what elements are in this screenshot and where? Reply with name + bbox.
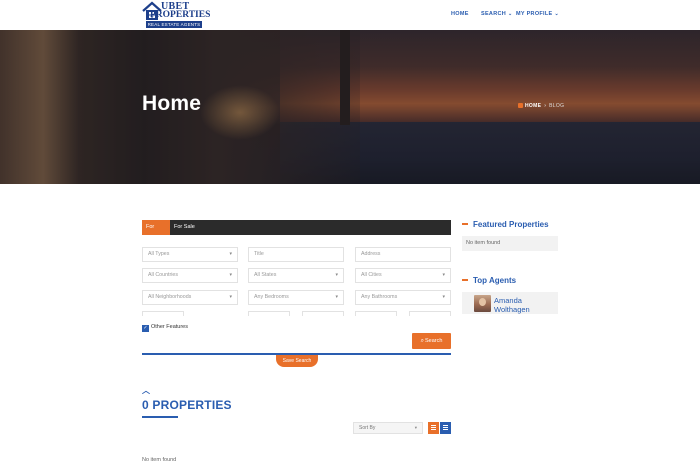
countries-select-value: All Countries xyxy=(148,272,179,278)
caret-down-icon: ▾ xyxy=(442,294,445,300)
sort-by-select[interactable]: Sort By ▾ xyxy=(353,422,423,434)
tab-for-sale[interactable]: For Sale xyxy=(170,220,199,235)
range-field-max-3[interactable] xyxy=(409,311,451,316)
site-logo[interactable]: UBET PROPERTIES REAL ESTATE AGENTS xyxy=(142,1,210,29)
cities-select-value: All Cities xyxy=(361,272,382,278)
site-header: UBET PROPERTIES REAL ESTATE AGENTS HOME … xyxy=(0,0,700,30)
top-agents-heading: Top Agents xyxy=(462,276,516,285)
list-view-button[interactable] xyxy=(440,422,451,434)
hero-overlay xyxy=(0,30,700,184)
home-icon xyxy=(518,103,523,108)
caret-down-icon: ▾ xyxy=(335,272,338,278)
hero-banner: Home HOME › BLOG xyxy=(0,30,700,184)
states-select-value: All States xyxy=(254,272,277,278)
range-field-max-2[interactable] xyxy=(302,311,344,316)
nav-my-profile[interactable]: MY PROFILE ⌄ xyxy=(516,11,559,17)
caret-down-icon: ▾ xyxy=(229,272,232,278)
featured-properties-heading: Featured Properties xyxy=(462,220,549,229)
save-search-button[interactable]: Save Search xyxy=(276,355,318,367)
neighborhoods-select[interactable]: All Neighborhoods ▾ xyxy=(142,290,238,305)
properties-heading: 0 PROPERTIES xyxy=(142,398,232,412)
range-field-min[interactable] xyxy=(142,311,184,316)
nav-home-label: HOME xyxy=(451,11,469,17)
heading-underline xyxy=(142,416,178,418)
heading-dash xyxy=(462,223,468,225)
range-field-min-3[interactable] xyxy=(355,311,397,316)
caret-down-icon: ▾ xyxy=(229,294,232,300)
avatar[interactable] xyxy=(474,295,491,312)
caret-down-icon: ▾ xyxy=(335,294,338,300)
grid-view-icon xyxy=(431,425,436,430)
featured-properties-title: Featured Properties xyxy=(473,220,549,229)
caret-down-icon: ▾ xyxy=(229,251,232,257)
search-button-label: Search xyxy=(424,338,443,344)
breadcrumb-home[interactable]: HOME xyxy=(525,103,541,109)
breadcrumb-current: BLOG xyxy=(549,103,565,109)
nav-home[interactable]: HOME xyxy=(451,11,469,17)
tab-for-rent[interactable]: For Rent xyxy=(142,220,170,245)
states-select[interactable]: All States ▾ xyxy=(248,268,344,283)
chevron-up-icon[interactable]: ︿ xyxy=(142,385,150,396)
caret-down-icon: ▾ xyxy=(414,425,417,430)
grid-view-button[interactable] xyxy=(428,422,439,434)
nav-search-label: SEARCH xyxy=(481,11,507,17)
countries-select[interactable]: All Countries ▾ xyxy=(142,268,238,283)
types-select-value: All Types xyxy=(148,251,170,257)
title-input[interactable]: Title xyxy=(248,247,344,262)
search-icon: ⌕ xyxy=(420,338,424,344)
list-view-icon xyxy=(443,425,448,430)
sort-by-value: Sort By xyxy=(359,425,376,431)
nav-search[interactable]: SEARCH ⌄ xyxy=(481,11,513,17)
other-features-toggle[interactable]: ✓ Other Features xyxy=(142,324,188,332)
brand-tagline: REAL ESTATE AGENTS xyxy=(146,21,202,28)
bathrooms-select[interactable]: Any Bathrooms ▾ xyxy=(355,290,451,305)
properties-empty-message: No item found xyxy=(142,457,177,463)
featured-empty-message: No item found xyxy=(466,240,501,246)
bedrooms-select[interactable]: Any Bedrooms ▾ xyxy=(248,290,344,305)
agent-name[interactable]: Amanda Wolthagen xyxy=(494,296,554,314)
chevron-down-icon: ⌄ xyxy=(508,11,513,17)
chevron-down-icon: ⌄ xyxy=(554,11,560,17)
featured-properties-box: No item found xyxy=(462,236,558,251)
heading-dash xyxy=(462,279,468,281)
search-button[interactable]: ⌕Search xyxy=(412,333,451,349)
search-tabs: For Rent For Sale xyxy=(142,220,451,245)
address-input-placeholder: Address xyxy=(361,251,381,257)
page-title: Home xyxy=(142,92,202,115)
top-agents-title: Top Agents xyxy=(473,276,517,285)
brand-subname: PROPERTIES xyxy=(150,10,211,20)
address-input[interactable]: Address xyxy=(355,247,451,262)
types-select[interactable]: All Types ▾ xyxy=(142,247,238,262)
neighborhoods-select-value: All Neighborhoods xyxy=(148,294,192,300)
breadcrumb-separator: › xyxy=(544,103,547,109)
checkbox-checked-icon[interactable]: ✓ xyxy=(142,325,149,332)
breadcrumb: HOME › BLOG xyxy=(518,103,564,109)
title-input-placeholder: Title xyxy=(254,251,264,257)
bathrooms-select-value: Any Bathrooms xyxy=(361,294,398,300)
range-field-min-2[interactable] xyxy=(248,311,290,316)
other-features-label: Other Features xyxy=(151,324,188,330)
bedrooms-select-value: Any Bedrooms xyxy=(254,294,289,300)
caret-down-icon: ▾ xyxy=(442,272,445,278)
cities-select[interactable]: All Cities ▾ xyxy=(355,268,451,283)
nav-my-profile-label: MY PROFILE xyxy=(516,11,553,17)
